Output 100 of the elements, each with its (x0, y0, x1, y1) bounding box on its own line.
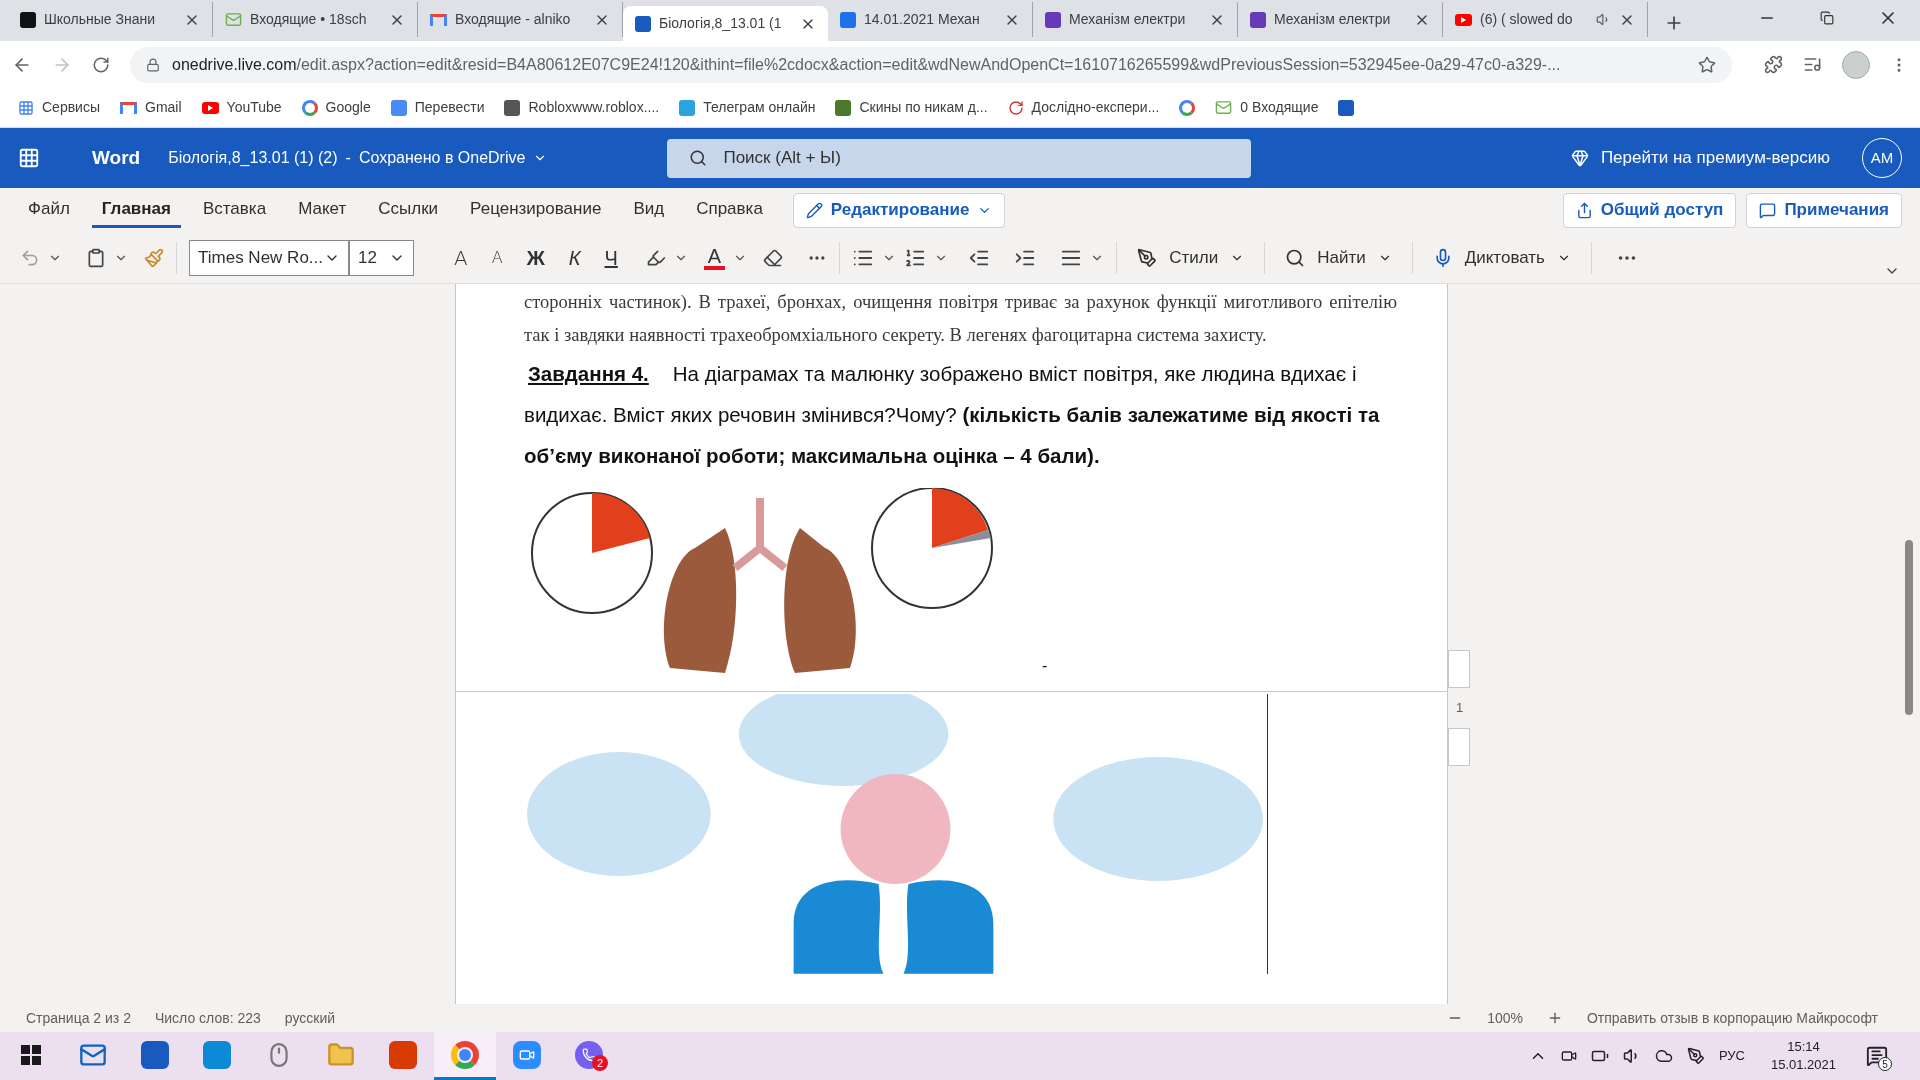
bookmark-item[interactable]: Google (301, 97, 371, 118)
bookmark-item[interactable]: YouTube (201, 97, 282, 118)
bookmark-item[interactable] (1179, 99, 1196, 116)
search-icon (1285, 247, 1306, 268)
ribbon-tab[interactable]: Вставка (192, 192, 277, 228)
address-bar[interactable]: onedrive.live.com/edit.aspx?action=edit&resid=B4A80612E07C9E24!120&ithint=file%2cdocx&action=edit&wdNewAndOpenCt=1610716265599&wdPreviousSession=532945ee-0a29-47c0-a329-... (130, 46, 1732, 83)
camera-icon (513, 1040, 541, 1069)
cloud-icon[interactable] (1654, 1047, 1673, 1065)
zoom-level[interactable]: 100% (1487, 1007, 1523, 1029)
bookmark-item[interactable]: Robloxwww.roblox.... (504, 97, 660, 118)
camera-icon[interactable] (1560, 1048, 1577, 1064)
bookmark-item[interactable]: 0 Входящие (1215, 97, 1319, 118)
site-logo-icon (1045, 11, 1061, 28)
windows-logo-icon (21, 1044, 41, 1065)
tab-title: Входящие • 18sch (250, 10, 368, 29)
ribbon-tab[interactable]: Файл (18, 192, 80, 228)
comment-icon (1759, 201, 1777, 219)
site-logo-icon (840, 11, 856, 28)
app-launcher-icon[interactable] (18, 147, 40, 169)
site-logo-icon (504, 99, 521, 116)
input-language[interactable]: РУС (1718, 1046, 1745, 1066)
browser-tab[interactable]: Школьные Знани (8, 2, 213, 37)
share-button[interactable]: Общий доступ (1562, 192, 1737, 228)
tab-title: Біологія,8_13.01 (1 (659, 14, 783, 33)
chrome-logo-icon (451, 1040, 479, 1069)
reload-icon[interactable] (92, 55, 110, 74)
page-count: Страница 2 из 2 (26, 1008, 131, 1028)
bookmark-item[interactable]: Дослідно-експери... (1007, 97, 1160, 118)
language-label[interactable]: русский (284, 1007, 336, 1029)
browser-tab[interactable]: Механізм електри (1033, 2, 1238, 37)
font-name-field[interactable]: Times New Ro... (189, 239, 349, 276)
site-logo-icon (679, 99, 696, 116)
office-logo-icon (389, 1040, 417, 1069)
highlighter-icon[interactable] (645, 247, 666, 268)
g-logo-icon (1179, 99, 1196, 116)
pen-icon[interactable] (1686, 1047, 1705, 1065)
ribbon-tab[interactable]: Рецензирование (460, 192, 612, 228)
bookmark-item[interactable]: Gmail (120, 97, 182, 118)
bookmark-item[interactable]: Скины по никам д... (835, 97, 988, 118)
bold-button[interactable]: Ж (518, 242, 553, 273)
comments-button[interactable]: Примечания (1746, 192, 1902, 228)
find-button[interactable]: Найти (1277, 244, 1400, 271)
phone-icon (575, 1040, 603, 1069)
browser-tab[interactable]: (6) ( slowed do (1443, 2, 1648, 37)
paintbrush-icon[interactable] (144, 247, 164, 268)
tab-title: (6) ( slowed do (1480, 10, 1574, 29)
shrink-font-button[interactable]: A (483, 245, 511, 270)
clipboard-icon[interactable] (86, 247, 106, 268)
tab-title: 14.01.2021 Механ (864, 10, 981, 29)
app-name: Word (92, 145, 141, 170)
premium-link[interactable]: Перейти на премиум-версию (1600, 145, 1830, 171)
font-size-field[interactable]: 12 (349, 239, 414, 276)
media-queue-icon[interactable] (1803, 55, 1822, 74)
word-logo-icon (141, 1040, 169, 1069)
comment-marker[interactable] (1448, 727, 1470, 766)
editing-mode-button[interactable]: Редактирование (792, 192, 1006, 228)
ribbon-tab[interactable]: Макет (288, 192, 357, 228)
notification-badge: 2 (592, 1055, 608, 1071)
clear-formatting-icon[interactable] (763, 247, 784, 268)
browser-tab[interactable]: Входящие • 18sch (213, 2, 418, 37)
envelope-icon (1215, 99, 1233, 116)
bookmark-item[interactable] (1338, 99, 1355, 116)
ribbon-tab[interactable]: Вид (623, 192, 675, 228)
diamond-icon (1570, 149, 1589, 167)
clock[interactable]: 15:14 15.01.2021 (1770, 1038, 1836, 1074)
underline-button[interactable]: Ч (596, 242, 626, 273)
font-color-button[interactable]: A (703, 245, 726, 270)
share-icon (1575, 201, 1593, 219)
bookmark-star-icon[interactable] (1698, 55, 1716, 74)
site-logo-icon (1250, 11, 1266, 28)
notifications-button[interactable]: 5 (1862, 1041, 1892, 1071)
ribbon-tab[interactable]: Главная (91, 192, 181, 228)
m-logo-icon (430, 13, 447, 26)
extensions-icon[interactable] (1764, 55, 1783, 74)
restore-icon[interactable] (1820, 11, 1834, 25)
search-icon (689, 148, 708, 167)
italic-button[interactable]: К (560, 242, 589, 273)
styles-button[interactable]: Стили (1129, 244, 1253, 271)
play-logo-icon (201, 101, 219, 114)
url-text: onedrive.live.com/edit.aspx?action=edit&resid=B4A80612E07C9E24!120&ithint=file%2cdocx&action=edit&wdNewAndOpenCt=1610716265599&wdPreviousSession=532945ee-0a29-47c0-a329-... (172, 54, 1562, 75)
taskbar-button[interactable]: 2 (558, 1032, 620, 1080)
page-number: 1 (1456, 699, 1464, 717)
bookmark-item[interactable]: Сервисы (18, 97, 100, 118)
ribbon-tab[interactable]: Ссылки (368, 192, 449, 228)
browser-tab[interactable]: Механізм електри (1238, 2, 1443, 37)
browser-tab[interactable]: 14.01.2021 Механ (828, 2, 1033, 37)
feedback-link[interactable]: Отправить отзыв в корпорацию Майкрософт (1586, 1007, 1878, 1029)
dictate-button[interactable]: Диктовать (1424, 244, 1579, 271)
word-count: Число слов: 223 (154, 1008, 261, 1028)
notification-icon (1866, 1045, 1888, 1067)
document-title[interactable]: Біологія,8_13.01 (1) (2) - Сохранено в OneDrive (168, 146, 548, 170)
comment-marker[interactable] (1448, 650, 1470, 688)
grow-font-button[interactable]: A (446, 242, 476, 273)
search-field[interactable]: Поиск (Alt + Ы) (667, 138, 1252, 178)
bookmark-item[interactable]: Перевести (390, 97, 485, 118)
browser-tab[interactable]: Біологія,8_13.01 (1 (623, 6, 828, 41)
tab-title: Школьные Знани (44, 10, 157, 29)
task-paragraph: Завдання 4. На діаграмах та малюнку зображено вміст повітря, яке людина вдихає і видихає. Вміст яких речовин змінився?Чому? (кількість балів залежатиме від якості та об’єму виконаної роботи; максимальна оцінка – 4 бали). (524, 361, 1381, 469)
ribbon-tab[interactable]: Справка (686, 192, 773, 228)
bookmark-item[interactable]: Телеграм онлайн (679, 97, 816, 118)
